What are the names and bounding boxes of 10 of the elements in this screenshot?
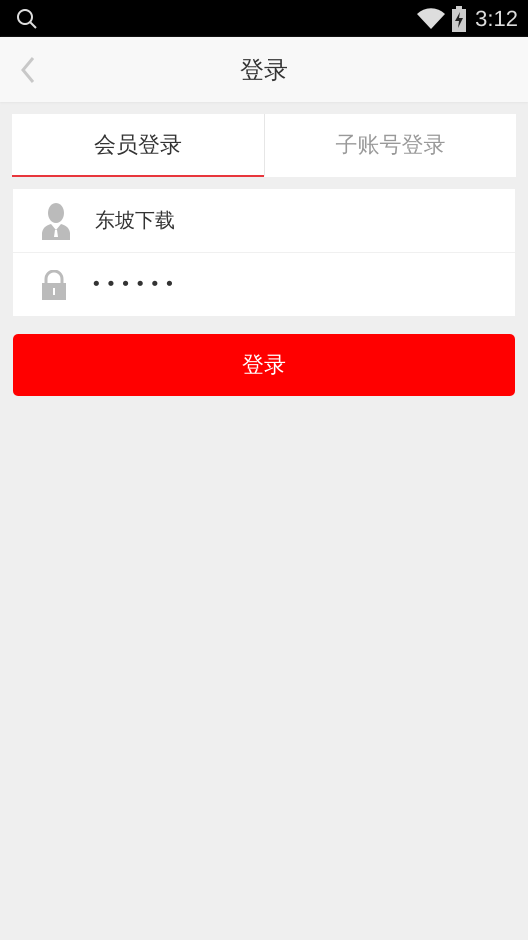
lock-icon: [41, 270, 67, 300]
battery-icon: [451, 6, 468, 32]
login-button[interactable]: 登录: [13, 334, 515, 396]
person-icon: [41, 202, 71, 240]
password-field[interactable]: ••••••: [91, 274, 179, 295]
page-title: 登录: [240, 56, 288, 84]
wifi-icon: [417, 8, 446, 30]
username-field[interactable]: 东坡下载: [95, 207, 175, 234]
search-icon[interactable]: [16, 8, 38, 30]
clock-time: 3:12: [475, 6, 518, 32]
